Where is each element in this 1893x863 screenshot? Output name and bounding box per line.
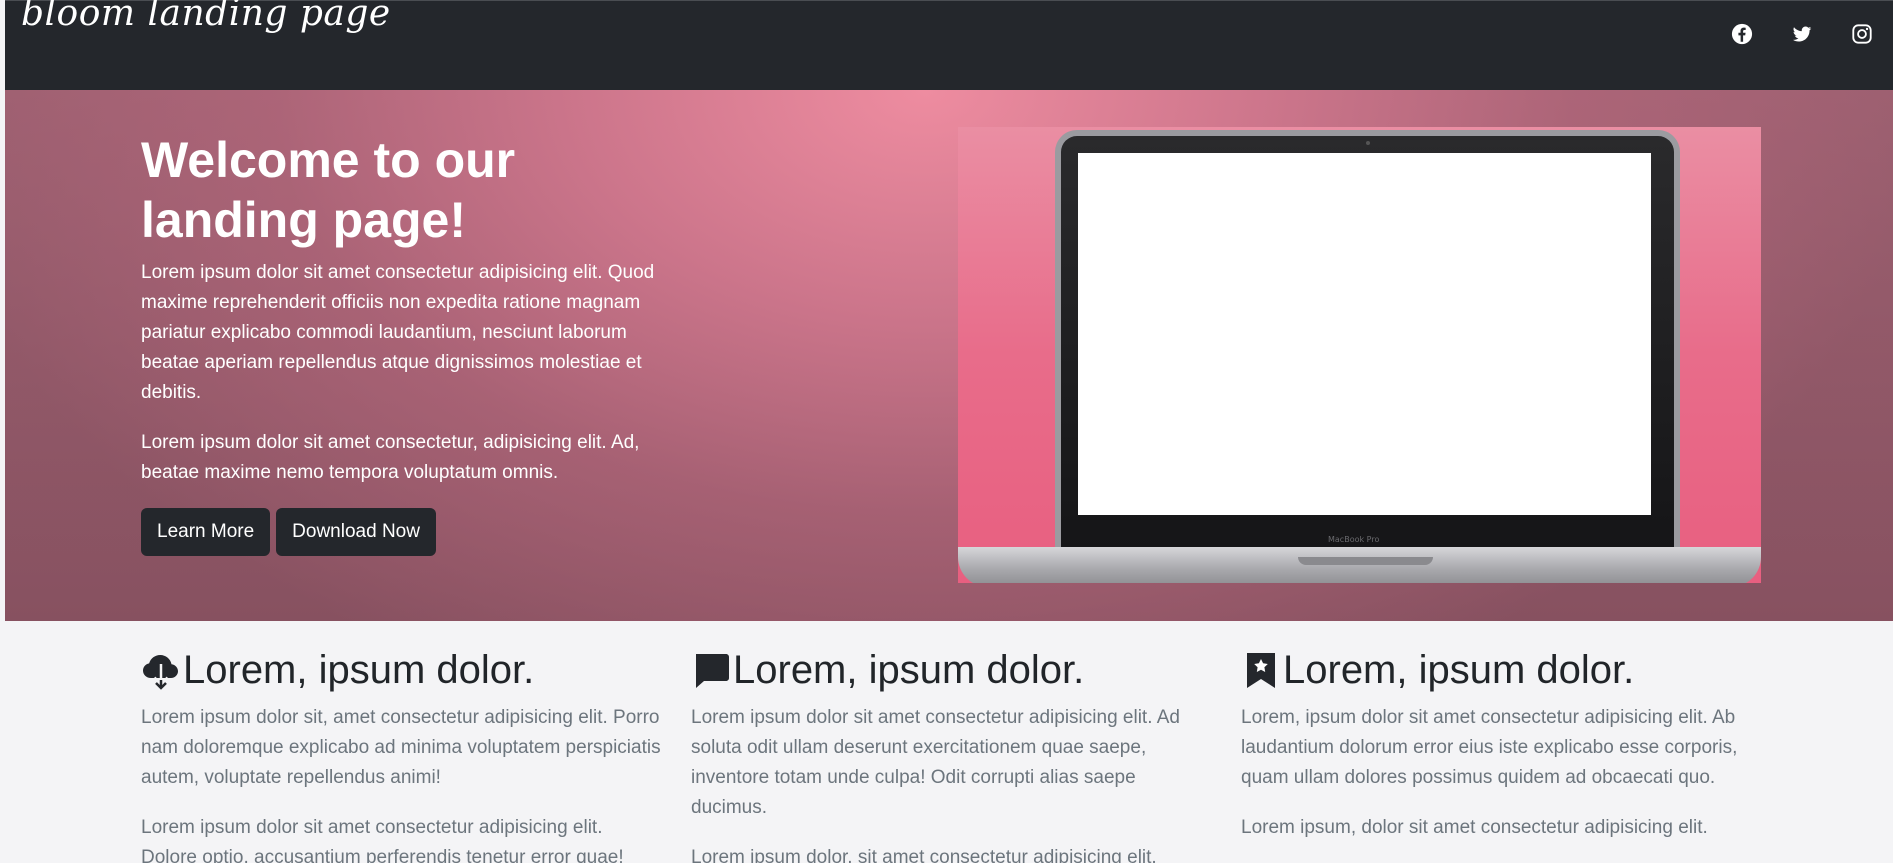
laptop-base: MacBook Pro: [958, 535, 1761, 583]
laptop-notch: [1298, 557, 1433, 565]
laptop-label: MacBook Pro: [1328, 535, 1380, 544]
feature-paragraph: Lorem ipsum dolor sit amet consectetur a…: [141, 817, 624, 863]
feature-title: Lorem, ipsum dolor.: [183, 647, 535, 692]
download-now-button[interactable]: Download Now: [276, 508, 436, 556]
chat-icon: [691, 650, 731, 690]
social-links: [1731, 23, 1873, 45]
feature-paragraph: Lorem ipsum dolor sit, amet consectetur …: [141, 707, 661, 788]
hero-buttons: Learn More Download Now: [141, 508, 681, 556]
feature-paragraph: Lorem ipsum dolor, sit amet consectetur …: [691, 847, 1157, 863]
bookmark-star-icon: [1241, 650, 1281, 690]
feature-column: Lorem, ipsum dolor. Lorem ipsum dolor si…: [691, 647, 1211, 863]
hero-paragraph: Lorem ipsum dolor sit amet consectetur a…: [141, 262, 655, 403]
facebook-link[interactable]: [1731, 23, 1753, 45]
feature-heading: Lorem, ipsum dolor.: [1241, 647, 1761, 693]
hero-paragraph: Lorem ipsum dolor sit amet consectetur, …: [141, 432, 640, 483]
learn-more-button[interactable]: Learn More: [141, 508, 271, 556]
feature-paragraph: Lorem, ipsum dolor sit amet consectetur …: [1241, 707, 1738, 788]
navbar: bloom landing page: [5, 0, 1893, 90]
feature-heading: Lorem, ipsum dolor.: [691, 647, 1211, 693]
cloud-download-icon: [141, 650, 181, 690]
facebook-icon: [1731, 23, 1753, 45]
instagram-icon: [1852, 24, 1872, 44]
hero-title: Welcome to our landing page!: [141, 132, 516, 248]
twitter-link[interactable]: [1791, 23, 1813, 45]
features-section: Lorem, ipsum dolor. Lorem ipsum dolor si…: [0, 621, 1893, 863]
feature-column: Lorem, ipsum dolor. Lorem, ipsum dolor s…: [1241, 647, 1761, 863]
camera-dot: [1366, 141, 1370, 145]
feature-column: Lorem, ipsum dolor. Lorem ipsum dolor si…: [141, 647, 661, 863]
laptop-image: MacBook Pro: [958, 127, 1761, 583]
hero-text: Welcome to our landing page! Lorem ipsum…: [141, 130, 681, 556]
feature-paragraph: Lorem ipsum dolor sit amet consectetur a…: [691, 707, 1180, 818]
feature-heading: Lorem, ipsum dolor.: [141, 647, 661, 693]
feature-title: Lorem, ipsum dolor.: [1283, 647, 1635, 692]
feature-title: Lorem, ipsum dolor.: [733, 647, 1085, 692]
instagram-link[interactable]: [1851, 23, 1873, 45]
laptop-lid: [1055, 130, 1680, 555]
brand-logo[interactable]: bloom landing page: [21, 0, 391, 34]
hero-section: Welcome to our landing page! Lorem ipsum…: [5, 90, 1893, 621]
feature-paragraph: Lorem ipsum, dolor sit amet consectetur …: [1241, 817, 1708, 838]
laptop-screen: [1078, 153, 1651, 515]
twitter-icon: [1793, 26, 1812, 42]
